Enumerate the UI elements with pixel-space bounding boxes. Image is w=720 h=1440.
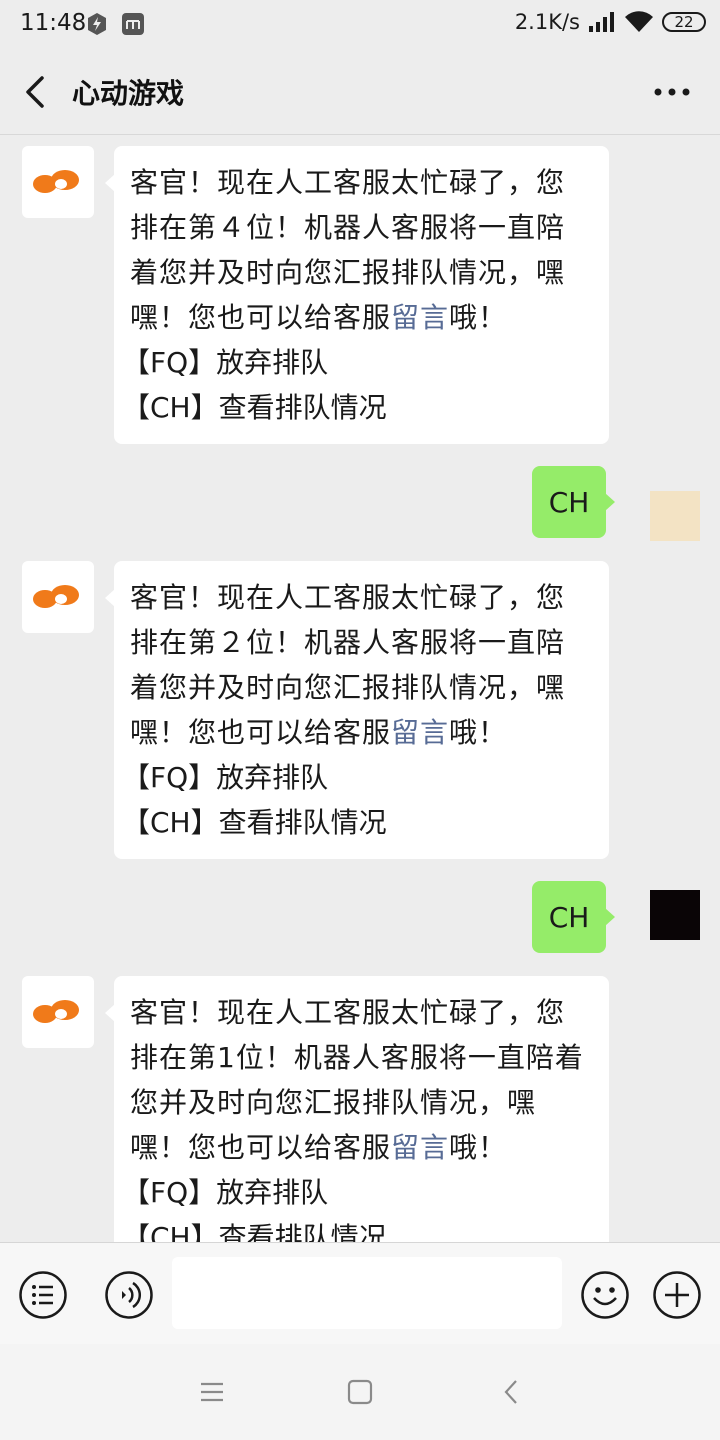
status-time: 11:48 [20,10,87,36]
leave-message-link[interactable]: 留言 [391,1131,449,1164]
message-text: CH [548,485,590,519]
message-input[interactable] [172,1257,562,1329]
chat-title: 心动游戏 [72,77,185,110]
mi-app-icon [122,13,144,35]
xd-logo-icon [33,1000,79,1023]
message-body: 客官！现在人工客服太忙碌了，您排在第1位！机器人客服将一直陪着您并及时向您汇报排… [130,996,584,1164]
bot-avatar[interactable] [22,146,94,218]
list-menu-icon[interactable] [18,1270,68,1320]
more-options-icon[interactable] [654,86,690,98]
user-avatar[interactable] [650,890,700,940]
recent-apps-icon[interactable] [198,1378,226,1406]
signal-icon [589,12,614,32]
bot-message-bubble[interactable]: 客官！现在人工客服太忙碌了，您排在第２位！机器人客服将一直陪着您并及时向您汇报排… [105,561,609,859]
status-bar: 11:48 2.1K/s 22 [0,0,720,48]
message-body-end: 哦！ [449,716,508,749]
bot-avatar[interactable] [22,976,94,1048]
user-avatar[interactable] [650,491,700,541]
system-nav-bar [0,1344,720,1440]
wifi-icon [625,11,653,32]
bot-avatar[interactable] [22,561,94,633]
message-list[interactable]: 客官！现在人工客服太忙碌了，您排在第４位！机器人客服将一直陪着您并及时向您汇报排… [0,135,720,1242]
message-text: 客官！现在人工客服太忙碌了，您排在第1位！机器人客服将一直陪着您并及时向您汇报排… [130,990,593,1170]
message-body-end: 哦！ [449,301,508,334]
user-message-bubble[interactable]: CH [532,466,615,538]
leave-message-link[interactable]: 留言 [391,716,449,749]
xd-logo-icon [33,585,79,608]
charging-bolt-icon [88,13,106,35]
plus-icon[interactable] [652,1270,702,1320]
command-fq: 【FQ】放弃排队 [122,761,329,794]
user-message-bubble[interactable]: CH [532,881,615,953]
back-arrow-icon[interactable] [18,72,54,112]
xd-logo-icon [33,170,79,193]
chat-header: 心动游戏 [0,48,720,135]
command-fq: 【FQ】放弃排队 [122,346,329,379]
command-fq: 【FQ】放弃排队 [122,1176,329,1209]
voice-icon[interactable] [104,1270,154,1320]
leave-message-link[interactable]: 留言 [391,301,449,334]
message-text: CH [548,900,590,934]
battery-indicator: 22 [662,12,706,32]
bot-message-bubble[interactable]: 客官！现在人工客服太忙碌了，您排在第1位！机器人客服将一直陪着您并及时向您汇报排… [105,976,609,1242]
command-ch: 【CH】查看排队情况 [122,391,387,424]
message-text: 客官！现在人工客服太忙碌了，您排在第４位！机器人客服将一直陪着您并及时向您汇报排… [130,160,593,340]
system-back-icon[interactable] [498,1378,526,1406]
command-ch: 【CH】查看排队情况 [122,806,387,839]
status-indicators: 2.1K/s 22 [515,10,706,34]
home-icon[interactable] [346,1378,374,1406]
bot-message-bubble[interactable]: 客官！现在人工客服太忙碌了，您排在第４位！机器人客服将一直陪着您并及时向您汇报排… [105,146,609,444]
message-body-end: 哦！ [449,1131,508,1164]
input-bar [0,1242,720,1345]
network-speed: 2.1K/s [514,10,580,34]
chat-screen: 11:48 2.1K/s 22 心动游戏 客官！现在人工客服太忙碌了，您排在第４… [0,0,720,1440]
command-ch: 【CH】查看排队情况 [122,1221,387,1242]
message-text: 客官！现在人工客服太忙碌了，您排在第２位！机器人客服将一直陪着您并及时向您汇报排… [130,575,593,755]
emoji-icon[interactable] [580,1270,630,1320]
